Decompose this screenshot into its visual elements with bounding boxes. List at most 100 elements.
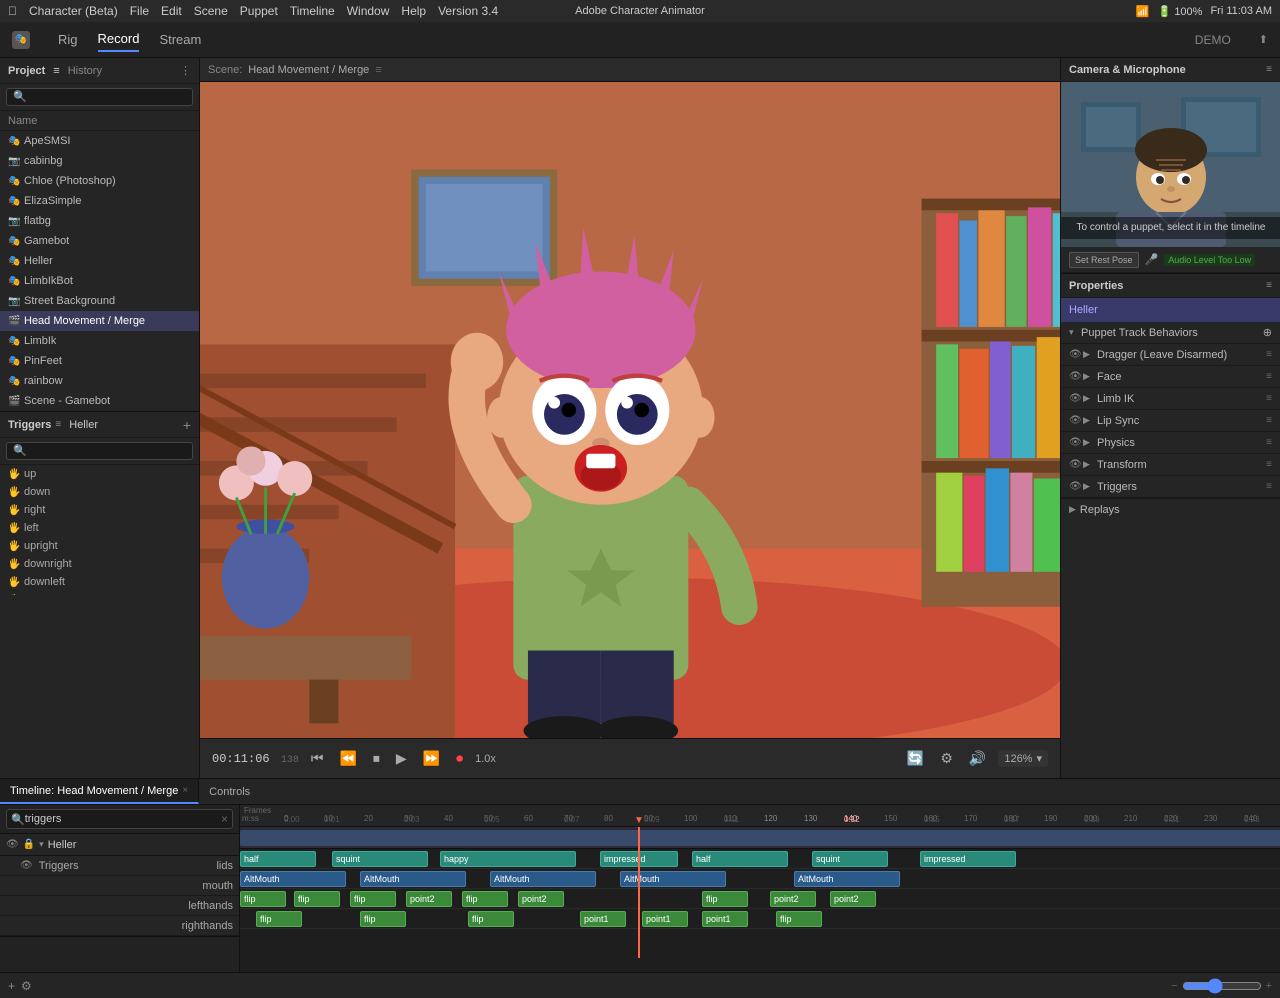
project-item[interactable]: 🎭 ElizaSimple: [0, 191, 199, 211]
timeline-tracks-area[interactable]: Frames m:ss 0 10 20 30 40 50 60 70: [240, 805, 1280, 972]
controls-tab[interactable]: Controls: [199, 786, 260, 798]
clip-flip-rh-1[interactable]: flip: [256, 911, 302, 927]
tab-stream[interactable]: Stream: [159, 32, 201, 47]
visibility-icon[interactable]: 👁: [1069, 459, 1081, 470]
trigger-item[interactable]: 🖐 downleft: [0, 573, 199, 591]
behaviors-section-header[interactable]: ▾ Puppet Track Behaviors ⊕: [1061, 322, 1280, 344]
clip-flip-4[interactable]: flip: [462, 891, 508, 907]
set-rest-pose-button[interactable]: Set Rest Pose: [1069, 252, 1139, 268]
clip-half-2[interactable]: half: [692, 851, 788, 867]
menu-edit[interactable]: Edit: [161, 4, 182, 18]
track-visibility-icon[interactable]: 👁: [6, 839, 19, 850]
menu-help[interactable]: Help: [401, 4, 426, 18]
clip-point1-3[interactable]: point1: [702, 911, 748, 927]
behavior-settings-icon[interactable]: ≡: [1266, 459, 1272, 470]
project-item[interactable]: 📷 flatbg: [0, 211, 199, 231]
menu-window[interactable]: Window: [347, 4, 390, 18]
expand-icon[interactable]: ▶: [1083, 371, 1091, 382]
clip-squint-2[interactable]: squint: [812, 851, 888, 867]
timeline-close-icon[interactable]: ×: [182, 785, 188, 796]
behavior-physics[interactable]: 👁 ▶ Physics ≡: [1061, 432, 1280, 454]
behavior-settings-icon[interactable]: ≡: [1266, 437, 1272, 448]
timeline-tab[interactable]: Timeline: Head Movement / Merge ×: [0, 779, 199, 804]
project-search-input[interactable]: [6, 88, 193, 106]
clip-point1-1[interactable]: point1: [580, 911, 626, 927]
clip-flip-3[interactable]: flip: [350, 891, 396, 907]
trigger-item[interactable]: 🖐 down: [0, 483, 199, 501]
menu-scene[interactable]: Scene: [194, 4, 228, 18]
history-tab[interactable]: History: [68, 65, 102, 77]
play-button[interactable]: ▶: [392, 748, 411, 769]
zoom-out-icon[interactable]: −: [1171, 980, 1177, 992]
expand-icon[interactable]: ▶: [1083, 481, 1091, 492]
clip-flip-rh-2[interactable]: flip: [360, 911, 406, 927]
project-item[interactable]: 🎭 LimbIkBot: [0, 271, 199, 291]
add-trigger-button[interactable]: +: [183, 417, 191, 433]
visibility-icon[interactable]: 👁: [1069, 481, 1081, 492]
visibility-icon[interactable]: 👁: [1069, 415, 1081, 426]
expand-icon[interactable]: ▶: [1083, 415, 1091, 426]
project-item-active[interactable]: 🎬 Head Movement / Merge: [0, 311, 199, 331]
project-item[interactable]: 🎭 Chloe (Photoshop): [0, 171, 199, 191]
project-item[interactable]: 🎭 Heller: [0, 251, 199, 271]
behavior-triggers[interactable]: 👁 ▶ Triggers ≡: [1061, 476, 1280, 498]
settings-button[interactable]: ⚙: [936, 748, 957, 769]
clip-flip-1[interactable]: flip: [240, 891, 286, 907]
clip-altmouth-3[interactable]: AltMouth: [490, 871, 596, 887]
scene-menu-icon[interactable]: ≡: [375, 64, 381, 76]
step-back-button[interactable]: ⏪: [335, 748, 360, 769]
behavior-settings-icon[interactable]: ≡: [1266, 415, 1272, 426]
replays-section[interactable]: ▶ Replays: [1061, 498, 1280, 520]
trigger-item[interactable]: 🖐 up: [0, 465, 199, 483]
behavior-settings-icon[interactable]: ≡: [1266, 371, 1272, 382]
expand-icon[interactable]: ▶: [1083, 459, 1091, 470]
project-options-icon[interactable]: ⋮: [180, 64, 191, 77]
trigger-item[interactable]: 🖐 downright: [0, 555, 199, 573]
clip-flip-2[interactable]: flip: [294, 891, 340, 907]
clip-point2-3[interactable]: point2: [770, 891, 816, 907]
clip-squint-1[interactable]: squint: [332, 851, 428, 867]
zoom-in-icon[interactable]: +: [1266, 980, 1272, 992]
clip-point2-2[interactable]: point2: [518, 891, 564, 907]
clip-altmouth-4[interactable]: AltMouth: [620, 871, 726, 887]
timeline-add-button[interactable]: +: [8, 979, 15, 993]
clip-impressed-2[interactable]: impressed: [920, 851, 1016, 867]
visibility-icon[interactable]: 👁: [1069, 349, 1081, 360]
behavior-settings-icon[interactable]: ≡: [1266, 349, 1272, 360]
project-item[interactable]: 🎬 Scene - Gamebot: [0, 391, 199, 411]
camera-menu-icon[interactable]: ≡: [1266, 64, 1272, 75]
menu-puppet[interactable]: Puppet: [240, 4, 278, 18]
clip-flip-5[interactable]: flip: [702, 891, 748, 907]
behavior-lip-sync[interactable]: 👁 ▶ Lip Sync ≡: [1061, 410, 1280, 432]
behavior-dragger[interactable]: 👁 ▶ Dragger (Leave Disarmed) ≡: [1061, 344, 1280, 366]
expand-icon[interactable]: ▶: [1083, 437, 1091, 448]
export-icon[interactable]: ⬆: [1259, 33, 1268, 46]
heller-track-group[interactable]: 👁 🔒 ▾ Heller: [0, 834, 239, 856]
behavior-settings-icon[interactable]: ≡: [1266, 393, 1272, 404]
trigger-item[interactable]: 🖐 upleft: [0, 591, 199, 595]
clip-half-1[interactable]: half: [240, 851, 316, 867]
project-item[interactable]: 📷 Street Background: [0, 291, 199, 311]
project-item[interactable]: 🎭 Gamebot: [0, 231, 199, 251]
clip-flip-rh-3[interactable]: flip: [468, 911, 514, 927]
trigger-item[interactable]: 🖐 right: [0, 501, 199, 519]
apple-menu[interactable]: : [8, 4, 17, 18]
loop-button[interactable]: 🔄: [903, 748, 928, 769]
timeline-search-input[interactable]: [25, 813, 221, 825]
clip-point2-4[interactable]: point2: [830, 891, 876, 907]
tab-rig[interactable]: Rig: [58, 28, 78, 51]
clip-altmouth-2[interactable]: AltMouth: [360, 871, 466, 887]
track-eye-icon[interactable]: 👁: [20, 860, 33, 871]
project-item[interactable]: 🎭 LimbIk: [0, 331, 199, 351]
clip-altmouth-1[interactable]: AltMouth: [240, 871, 346, 887]
behavior-transform[interactable]: 👁 ▶ Transform ≡: [1061, 454, 1280, 476]
clear-search-button[interactable]: ×: [221, 812, 228, 826]
skip-to-start-button[interactable]: ⏮: [307, 748, 328, 769]
menu-timeline[interactable]: Timeline: [290, 4, 335, 18]
properties-menu-icon[interactable]: ≡: [1266, 280, 1272, 291]
tab-record[interactable]: Record: [98, 27, 140, 52]
clip-point1-2[interactable]: point1: [642, 911, 688, 927]
behavior-face[interactable]: 👁 ▶ Face ≡: [1061, 366, 1280, 388]
clip-happy[interactable]: happy: [440, 851, 576, 867]
record-button[interactable]: ⏺: [452, 748, 467, 769]
